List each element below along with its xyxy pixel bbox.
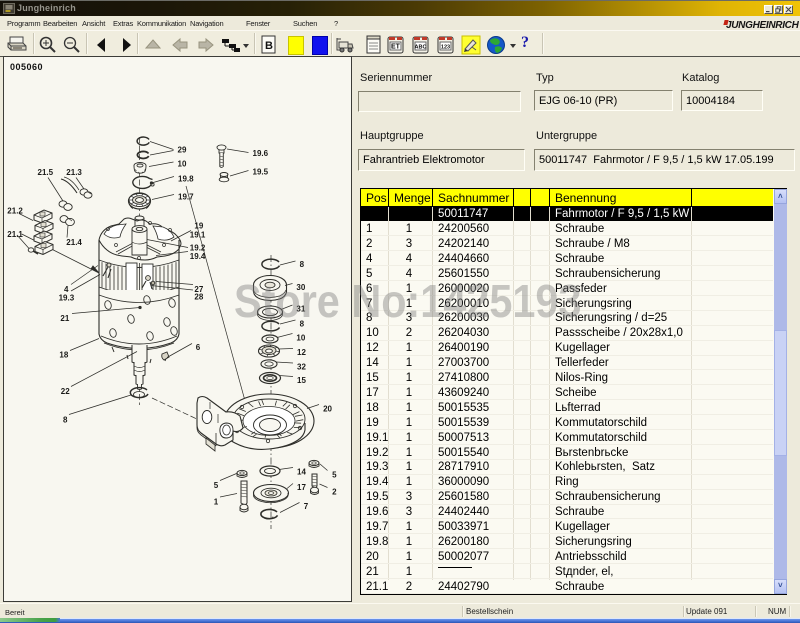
svg-text:2: 2: [332, 488, 337, 497]
svg-text:21.2: 21.2: [7, 207, 23, 216]
svg-text:14: 14: [297, 468, 306, 477]
svg-text:10: 10: [178, 160, 187, 169]
svg-text:B: B: [265, 40, 273, 52]
svg-text:28: 28: [194, 292, 203, 301]
svg-text:15: 15: [297, 376, 306, 385]
svg-text:29: 29: [178, 146, 187, 155]
svg-text:8: 8: [63, 416, 68, 425]
svg-text:21.5: 21.5: [38, 168, 54, 177]
svg-text:7: 7: [304, 502, 309, 511]
svg-text:12: 12: [297, 348, 306, 357]
svg-text:10: 10: [296, 333, 305, 342]
svg-text:19.1: 19.1: [190, 230, 206, 239]
svg-text:19.3: 19.3: [59, 293, 75, 302]
svg-text:32: 32: [297, 363, 306, 372]
svg-text:19.8: 19.8: [178, 175, 194, 184]
svg-text:22: 22: [61, 387, 70, 396]
svg-text:18: 18: [59, 350, 68, 359]
svg-text:19.7: 19.7: [178, 193, 194, 202]
svg-text:5: 5: [332, 471, 337, 480]
svg-text:20: 20: [323, 405, 332, 414]
svg-text:21.3: 21.3: [66, 168, 82, 177]
svg-text:8: 8: [300, 260, 305, 269]
svg-text:19: 19: [194, 222, 203, 231]
svg-text:17: 17: [297, 483, 306, 492]
svg-text:ABC: ABC: [415, 45, 427, 51]
svg-text:19.5: 19.5: [253, 168, 269, 177]
svg-text:5: 5: [214, 481, 219, 490]
svg-text:6: 6: [196, 343, 201, 352]
svg-text:ET: ET: [391, 44, 401, 51]
svg-text:21: 21: [60, 314, 69, 323]
svg-text:123: 123: [441, 45, 450, 51]
svg-text:21.1: 21.1: [7, 230, 23, 239]
svg-text:1: 1: [214, 498, 219, 507]
svg-text:19.4: 19.4: [190, 252, 206, 261]
svg-text:19.6: 19.6: [253, 149, 269, 158]
svg-text:21.4: 21.4: [66, 238, 82, 247]
